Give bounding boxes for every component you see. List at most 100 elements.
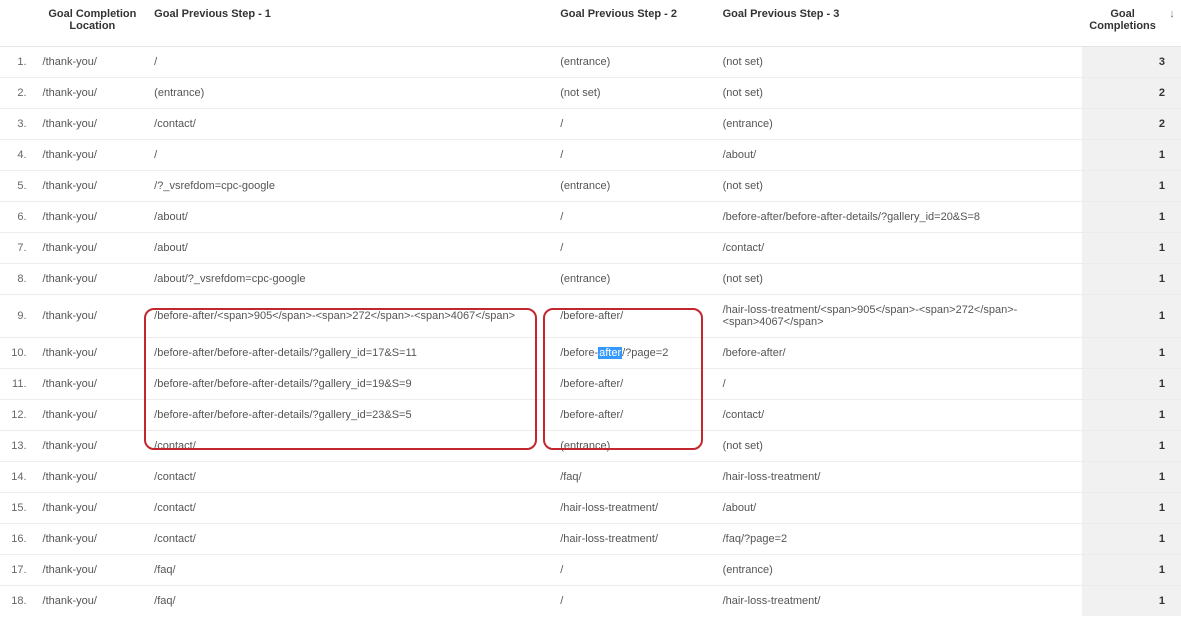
row-index: 15. bbox=[0, 493, 37, 524]
row-step3: /hair-loss-treatment/ bbox=[717, 586, 1082, 617]
row-index: 17. bbox=[0, 555, 37, 586]
row-index: 9. bbox=[0, 295, 37, 338]
row-step2: /faq/ bbox=[554, 462, 716, 493]
row-location: /thank-you/ bbox=[37, 109, 149, 140]
row-step3: (not set) bbox=[717, 171, 1082, 202]
table-row[interactable]: 7. /thank-you/ /about/ / /contact/ 1 bbox=[0, 233, 1181, 264]
row-index: 7. bbox=[0, 233, 37, 264]
row-step1: /contact/ bbox=[148, 493, 554, 524]
row-step2: /before-after/ bbox=[554, 369, 716, 400]
table-row[interactable]: 13. /thank-you/ /contact/ (entrance) (no… bbox=[0, 431, 1181, 462]
row-location: /thank-you/ bbox=[37, 338, 149, 369]
row-step2: / bbox=[554, 586, 716, 617]
row-step1: /before-after/before-after-details/?gall… bbox=[148, 400, 554, 431]
row-step1: (entrance) bbox=[148, 78, 554, 109]
row-completions: 1 bbox=[1082, 462, 1181, 493]
text-selection: after bbox=[598, 347, 622, 359]
col-header-location[interactable]: Goal Completion Location bbox=[37, 0, 149, 47]
row-index: 2. bbox=[0, 78, 37, 109]
table-row[interactable]: 1. /thank-you/ / (entrance) (not set) 3 bbox=[0, 47, 1181, 78]
row-step2: /hair-loss-treatment/ bbox=[554, 524, 716, 555]
col-header-sort[interactable]: ↓ bbox=[1163, 0, 1181, 47]
row-index: 16. bbox=[0, 524, 37, 555]
row-location: /thank-you/ bbox=[37, 264, 149, 295]
row-step1: /contact/ bbox=[148, 462, 554, 493]
row-step1: /about/ bbox=[148, 233, 554, 264]
table-row[interactable]: 17. /thank-you/ /faq/ / (entrance) 1 bbox=[0, 555, 1181, 586]
row-step2: / bbox=[554, 140, 716, 171]
row-step1: /before-after/<span>905</span>-<span>272… bbox=[148, 295, 554, 338]
table-row[interactable]: 8. /thank-you/ /about/?_vsrefdom=cpc-goo… bbox=[0, 264, 1181, 295]
table-row[interactable]: 11. /thank-you/ /before-after/before-aft… bbox=[0, 369, 1181, 400]
row-step1: /contact/ bbox=[148, 109, 554, 140]
col-header-step2[interactable]: Goal Previous Step - 2 bbox=[554, 0, 716, 47]
table-row[interactable]: 12. /thank-you/ /before-after/before-aft… bbox=[0, 400, 1181, 431]
table-row[interactable]: 14. /thank-you/ /contact/ /faq/ /hair-lo… bbox=[0, 462, 1181, 493]
row-step1: /faq/ bbox=[148, 555, 554, 586]
table-row[interactable]: 18. /thank-you/ /faq/ / /hair-loss-treat… bbox=[0, 586, 1181, 617]
row-step3: /about/ bbox=[717, 493, 1082, 524]
row-completions: 1 bbox=[1082, 338, 1181, 369]
row-step2: (entrance) bbox=[554, 264, 716, 295]
row-step3: /hair-loss-treatment/<span>905</span>-<s… bbox=[717, 295, 1082, 338]
row-step2: /before-after/?page=2 bbox=[554, 338, 716, 369]
row-location: /thank-you/ bbox=[37, 462, 149, 493]
row-completions: 1 bbox=[1082, 431, 1181, 462]
table-row[interactable]: 15. /thank-you/ /contact/ /hair-loss-tre… bbox=[0, 493, 1181, 524]
row-step3: /about/ bbox=[717, 140, 1082, 171]
row-completions: 1 bbox=[1082, 140, 1181, 171]
table-row[interactable]: 6. /thank-you/ /about/ / /before-after/b… bbox=[0, 202, 1181, 233]
col-header-step1[interactable]: Goal Previous Step - 1 bbox=[148, 0, 554, 47]
row-step2: / bbox=[554, 555, 716, 586]
row-step2: / bbox=[554, 233, 716, 264]
row-completions: 1 bbox=[1082, 524, 1181, 555]
row-index: 13. bbox=[0, 431, 37, 462]
row-step2: / bbox=[554, 109, 716, 140]
table-row[interactable]: 5. /thank-you/ /?_vsrefdom=cpc-google (e… bbox=[0, 171, 1181, 202]
table-row[interactable]: 2. /thank-you/ (entrance) (not set) (not… bbox=[0, 78, 1181, 109]
table-row[interactable]: 10. /thank-you/ /before-after/before-aft… bbox=[0, 338, 1181, 369]
row-step3: /contact/ bbox=[717, 400, 1082, 431]
row-completions: 1 bbox=[1082, 171, 1181, 202]
reverse-goal-path-table: Goal Completion Location Goal Previous S… bbox=[0, 0, 1181, 616]
sort-arrow-down-icon: ↓ bbox=[1169, 8, 1175, 20]
row-index: 10. bbox=[0, 338, 37, 369]
row-location: /thank-you/ bbox=[37, 369, 149, 400]
table-header-row: Goal Completion Location Goal Previous S… bbox=[0, 0, 1181, 47]
col-header-index bbox=[0, 0, 37, 47]
row-step1: / bbox=[148, 47, 554, 78]
row-step1: /faq/ bbox=[148, 586, 554, 617]
row-step2: (entrance) bbox=[554, 171, 716, 202]
row-step1: /before-after/before-after-details/?gall… bbox=[148, 369, 554, 400]
row-index: 5. bbox=[0, 171, 37, 202]
table-row[interactable]: 16. /thank-you/ /contact/ /hair-loss-tre… bbox=[0, 524, 1181, 555]
table-row[interactable]: 4. /thank-you/ / / /about/ 1 bbox=[0, 140, 1181, 171]
row-step1: /about/ bbox=[148, 202, 554, 233]
row-step2: (not set) bbox=[554, 78, 716, 109]
row-location: /thank-you/ bbox=[37, 47, 149, 78]
table-body: 1. /thank-you/ / (entrance) (not set) 3 … bbox=[0, 47, 1181, 617]
row-step3: / bbox=[717, 369, 1082, 400]
table-row[interactable]: 9. /thank-you/ /before-after/<span>905</… bbox=[0, 295, 1181, 338]
row-completions: 1 bbox=[1082, 369, 1181, 400]
row-location: /thank-you/ bbox=[37, 555, 149, 586]
col-header-completions[interactable]: Goal Completions bbox=[1082, 0, 1163, 47]
row-location: /thank-you/ bbox=[37, 140, 149, 171]
row-completions: 1 bbox=[1082, 400, 1181, 431]
row-index: 14. bbox=[0, 462, 37, 493]
row-step2: /hair-loss-treatment/ bbox=[554, 493, 716, 524]
row-step1: /about/?_vsrefdom=cpc-google bbox=[148, 264, 554, 295]
row-step3: (not set) bbox=[717, 431, 1082, 462]
row-location: /thank-you/ bbox=[37, 524, 149, 555]
table-row[interactable]: 3. /thank-you/ /contact/ / (entrance) 2 bbox=[0, 109, 1181, 140]
row-step3: /before-after/before-after-details/?gall… bbox=[717, 202, 1082, 233]
row-step3: /hair-loss-treatment/ bbox=[717, 462, 1082, 493]
row-completions: 2 bbox=[1082, 78, 1181, 109]
row-step3: (entrance) bbox=[717, 555, 1082, 586]
row-step1: /contact/ bbox=[148, 524, 554, 555]
col-header-step3[interactable]: Goal Previous Step - 3 bbox=[717, 0, 1082, 47]
row-step1: / bbox=[148, 140, 554, 171]
row-step2: /before-after/ bbox=[554, 295, 716, 338]
row-location: /thank-you/ bbox=[37, 171, 149, 202]
row-step3: /faq/?page=2 bbox=[717, 524, 1082, 555]
